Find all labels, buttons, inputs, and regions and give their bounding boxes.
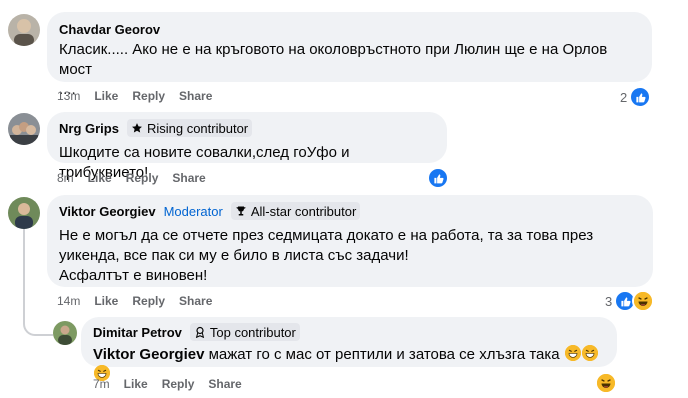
contributor-badge[interactable]: Rising contributor (126, 119, 253, 137)
comment-actions: 14m Like Reply Share (57, 294, 212, 308)
reply-thread-line (23, 229, 53, 336)
timestamp[interactable]: 7m (93, 377, 110, 391)
reaction-summary[interactable] (595, 372, 617, 394)
avatar[interactable] (8, 113, 40, 145)
comment-actions: 13m Like Reply Share (57, 89, 212, 103)
trophy-icon (236, 206, 246, 216)
star-icon (132, 123, 142, 133)
comment-text-line: Класик..... Ако не е на кръговото на око… (59, 41, 608, 78)
author-name[interactable]: Nrg Grips (59, 121, 119, 136)
reply-text: мажат го с мас от рептили и затова се хл… (204, 346, 560, 363)
like-icon (427, 167, 449, 189)
like-icon (629, 86, 652, 108)
like-button[interactable]: Like (88, 171, 112, 185)
contributor-badge[interactable]: All-star contributor (230, 202, 361, 220)
reaction-count: 3 (605, 293, 613, 309)
share-button[interactable]: Share (208, 377, 241, 391)
like-button[interactable]: Like (94, 89, 118, 103)
comment-bubble: Viktor Georgiev Moderator All-star contr… (47, 195, 653, 287)
comment-text-line: уикенда, все пак си му е било в листа съ… (59, 247, 409, 264)
reply-button[interactable]: Reply (132, 89, 165, 103)
reaction-summary[interactable]: 2 (620, 86, 652, 108)
comment-bubble: Dimitar Petrov Top contributor Viktor Ge… (81, 317, 617, 381)
reply-button[interactable]: Reply (132, 294, 165, 308)
timestamp[interactable]: 13m (57, 89, 80, 103)
reply-button[interactable]: Reply (126, 171, 159, 185)
comment-text: Не е могъл да се отчете през седмицата д… (59, 226, 641, 286)
comment-text-line: Не е могъл да се отчете през седмицата д… (59, 227, 594, 244)
comment-text-line: Асфалтът е виновен! (59, 267, 208, 284)
comment-bubble: Chavdar Georov Класик..... Ако не е на к… (47, 12, 652, 98)
author-name[interactable]: Viktor Georgiev (59, 204, 156, 219)
avatar[interactable] (8, 14, 40, 46)
reply-button[interactable]: Reply (162, 377, 195, 391)
like-button[interactable]: Like (124, 377, 148, 391)
grinning-emoji-icon (564, 345, 581, 361)
share-button[interactable]: Share (179, 294, 212, 308)
author-name[interactable]: Chavdar Georov (59, 22, 160, 37)
timestamp[interactable]: 14m (57, 294, 80, 308)
haha-icon (632, 290, 655, 312)
comment-actions: 7m Like Reply Share (93, 377, 242, 391)
timestamp[interactable]: 8m (57, 171, 74, 185)
comment-bubble: Nrg Grips Rising contributor Шкодите са … (47, 112, 447, 181)
mention-link[interactable]: Viktor Georgiev (93, 346, 204, 363)
comment-actions: 8m Like Reply Share (57, 171, 206, 185)
avatar[interactable] (8, 197, 40, 229)
share-button[interactable]: Share (172, 171, 205, 185)
avatar[interactable] (53, 321, 77, 345)
contributor-badge[interactable]: Top contributor (189, 323, 300, 341)
reaction-summary[interactable] (427, 167, 449, 189)
like-button[interactable]: Like (94, 294, 118, 308)
badge-label: Top contributor (209, 324, 296, 340)
top-contributor-icon (195, 326, 204, 338)
moderator-label: Moderator (163, 203, 223, 219)
badge-label: Rising contributor (146, 120, 249, 136)
reaction-count: 2 (620, 89, 628, 105)
reaction-summary[interactable]: 3 (605, 290, 655, 312)
share-button[interactable]: Share (179, 89, 212, 103)
haha-icon (595, 372, 617, 394)
badge-label: All-star contributor (250, 203, 357, 219)
grinning-emoji-icon (581, 345, 598, 361)
author-name[interactable]: Dimitar Petrov (93, 325, 182, 340)
